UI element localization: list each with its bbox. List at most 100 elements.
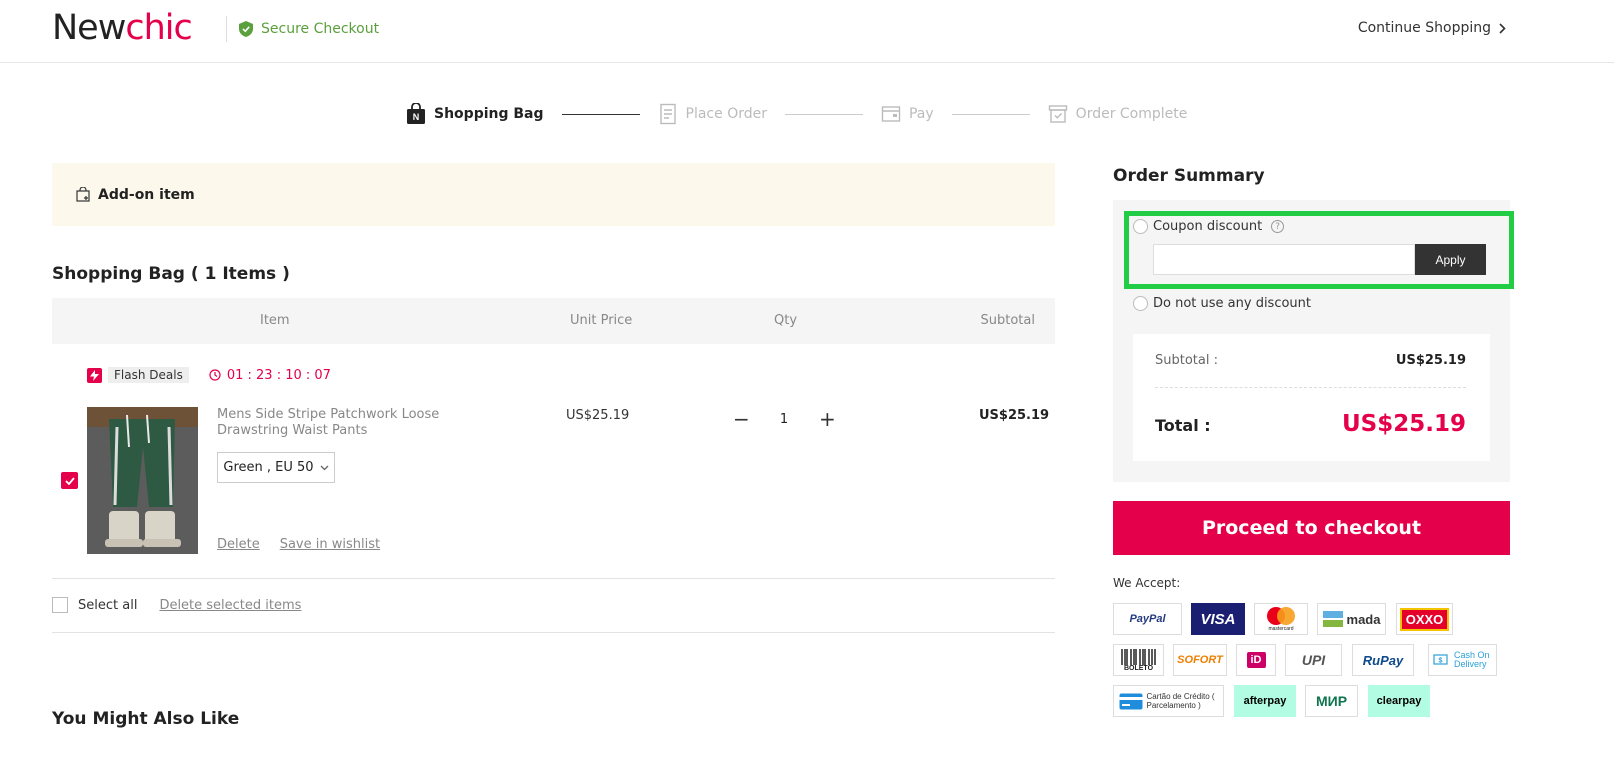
subtotal-value: US$25.19 [1395, 353, 1466, 368]
payment-name: VISA [1200, 610, 1236, 628]
step-divider [951, 113, 1030, 115]
chevron-right-icon [1499, 22, 1506, 34]
proceed-to-checkout-button[interactable]: Proceed to checkout [1113, 501, 1510, 555]
wallet-icon [881, 106, 901, 122]
countdown-value: 01 : 23 : 10 : 07 [226, 367, 331, 383]
payment-name: OXXO [1399, 607, 1450, 631]
save-wishlist-link[interactable]: Save in wishlist [280, 537, 380, 552]
payment-name: SOFORT [1177, 654, 1223, 666]
column-header-unit-price: Unit Price [570, 313, 633, 328]
upi-icon: UPI [1285, 644, 1342, 676]
flash-deals-label: Flash Deals [108, 367, 189, 383]
divider [52, 578, 1055, 579]
shield-check-icon [239, 21, 253, 37]
order-summary-title: Order Summary [1113, 166, 1265, 186]
totals-box: Subtotal : US$25.19 Total : US$25.19 [1133, 334, 1490, 461]
cod-icon: $ Cash On Delivery [1428, 644, 1497, 676]
bag-plus-icon [76, 187, 90, 202]
box-check-icon [1048, 105, 1067, 123]
afterpay-icon: afterpay [1234, 685, 1296, 717]
payment-name: МИР [1315, 693, 1348, 709]
payment-name: iD [1246, 652, 1266, 668]
item-subtotal: US$25.19 [979, 408, 1050, 423]
document-icon [659, 103, 676, 125]
no-discount-label: Do not use any discount [1153, 296, 1312, 311]
logo-part1: New [52, 8, 126, 48]
step-label: Pay [908, 106, 934, 122]
payment-name: UPI [1301, 652, 1326, 668]
divider [52, 632, 1055, 633]
chevron-down-icon [320, 465, 329, 470]
unit-price: US$25.19 [566, 408, 630, 423]
dashed-divider [1155, 387, 1466, 388]
clearpay-icon: clearpay [1368, 685, 1430, 717]
quantity-value[interactable]: 1 [749, 412, 819, 427]
column-header-item: Item [260, 313, 290, 328]
countdown-timer: 01 : 23 : 10 : 07 [209, 368, 331, 383]
payment-name: mastercard [1268, 626, 1294, 632]
logo-part2: chic [125, 8, 192, 48]
step-divider [784, 113, 863, 115]
mir-icon: МИР [1305, 685, 1358, 717]
column-header-subtotal: Subtotal [980, 313, 1035, 328]
select-all-checkbox[interactable] [52, 597, 68, 613]
increase-qty-button[interactable]: + [819, 408, 836, 430]
newchic-logo[interactable]: Newchic [52, 8, 193, 48]
payment-name: RuPay [1362, 652, 1404, 668]
payment-name: clearpay [1376, 695, 1422, 707]
step-label: Place Order [685, 106, 767, 122]
sofort-icon: SOFORT [1173, 644, 1227, 676]
step-label: Order Complete [1075, 106, 1188, 122]
addon-label: Add-on item [98, 186, 195, 203]
product-name[interactable]: Mens Side Stripe Patchwork Loose Drawstr… [217, 407, 447, 439]
shopping-bag-title: Shopping Bag ( 1 Items ) [52, 264, 290, 284]
clock-icon [209, 369, 221, 381]
total-value: US$25.19 [1342, 411, 1466, 437]
variant-value: Green , EU 50 [223, 460, 314, 475]
flash-deals-row: Flash Deals 01 : 23 : 10 : 07 [87, 367, 331, 383]
oxxo-icon: OXXO [1396, 603, 1453, 635]
step-shopping-bag: N Shopping Bag [406, 103, 544, 125]
quantity-stepper: − 1 + [733, 408, 836, 430]
rupay-icon: RuPay [1352, 644, 1414, 676]
step-pay: Pay [881, 103, 934, 125]
column-header-qty: Qty [774, 313, 798, 328]
subtotal-label: Subtotal : [1155, 353, 1218, 368]
variant-select[interactable]: Green , EU 50 [217, 452, 335, 483]
lightning-icon [87, 367, 102, 383]
item-checkbox[interactable] [61, 472, 78, 489]
total-label: Total : [1155, 416, 1211, 435]
product-image[interactable] [87, 407, 198, 554]
delete-selected-link[interactable]: Delete selected items [159, 598, 301, 613]
delete-link[interactable]: Delete [217, 537, 260, 552]
addon-item-bar[interactable]: Add-on item [52, 163, 1055, 226]
paypal-icon: PayPal [1113, 603, 1182, 635]
no-discount-option[interactable]: Do not use any discount [1133, 296, 1311, 311]
boleto-icon: BOLETO [1113, 644, 1164, 676]
header: Newchic Secure Checkout Continue Shoppin… [0, 0, 1614, 63]
we-accept-label: We Accept: [1113, 576, 1181, 590]
item-actions: Delete Save in wishlist [217, 537, 380, 552]
secure-checkout-badge: Secure Checkout [226, 16, 379, 42]
svg-text:N: N [413, 112, 420, 122]
step-divider [561, 113, 640, 115]
payment-name: Cartão de Crédito ( Parcelamento ) [1146, 692, 1215, 710]
continue-shopping-link[interactable]: Continue Shopping [1358, 20, 1506, 36]
payment-name: Cash On Delivery [1454, 650, 1490, 669]
visa-icon: VISA [1191, 603, 1245, 635]
shopping-bag-icon: N [407, 103, 425, 124]
ideal-icon: iD [1236, 644, 1276, 676]
mada-icon: mada [1317, 603, 1386, 635]
decrease-qty-button[interactable]: − [733, 408, 750, 430]
svg-text:$: $ [1439, 658, 1443, 665]
select-all-label[interactable]: Select all [78, 598, 137, 613]
you-might-also-like-title: You Might Also Like [52, 709, 240, 729]
no-discount-radio[interactable] [1133, 296, 1148, 311]
step-place-order: Place Order [658, 103, 767, 125]
check-icon [64, 476, 75, 485]
mastercard-icon: mastercard [1254, 603, 1308, 635]
continue-shopping-label: Continue Shopping [1357, 20, 1491, 36]
step-label: Shopping Bag [434, 106, 544, 122]
coupon-highlight-box [1124, 211, 1514, 289]
step-order-complete: Order Complete [1048, 103, 1188, 125]
